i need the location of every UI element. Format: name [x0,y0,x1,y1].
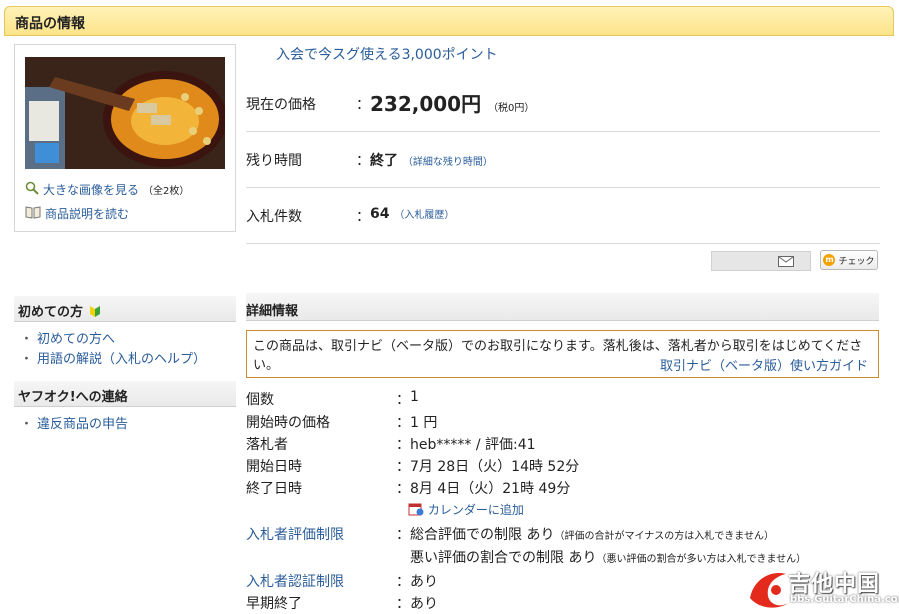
detail-label: 早期終了 [246,596,302,612]
sidebar-item-beginner[interactable]: ・初めての方へ [20,328,115,347]
tax-note: （税0円） [488,103,535,114]
bullet: ・ [20,352,34,367]
bids-colon: ： [356,209,370,225]
bad-rating-limit-value: 悪い評価の割合での制限 あり [410,550,597,566]
detail-colon: ： [396,574,410,590]
detail-value: 1 円 [410,415,438,431]
sidebar-item-report-label[interactable]: 違反商品の申告 [37,417,128,432]
detail-label: 終了日時 [246,481,302,497]
time-left-value: 終了 [370,153,398,169]
bids-value: 64 [370,206,390,222]
time-left-colon: ： [356,153,370,169]
bids-row: 入札件数 ： 64 （入札履歴） [246,188,880,244]
beginner-leaf-icon [88,305,102,320]
rating-limit-link[interactable]: 入札者評価制限 [246,524,344,544]
detail-label: 開始時の価格 [246,415,330,431]
detail-colon: ： [396,527,410,543]
bullet: ・ [20,417,34,432]
price-value-wrap: 232,000円 （税0円） [370,88,534,117]
price-row: 現在の価格 ： 232,000円 （税0円） [246,76,880,132]
detail-value: heb***** / 評価:41 [410,437,536,453]
sidebar-item-report[interactable]: ・違反商品の申告 [20,413,128,432]
image-panel: 大きな画像を見る （全2枚） 商品説明を読む [14,44,236,232]
price-value: 232,000円 [370,92,482,116]
detail-value: 7月 28日（火）14時 52分 [410,459,580,475]
rating-limit-value: 総合評価での制限 あり [410,527,555,543]
bids-value-wrap: 64 （入札履歴） [370,206,454,222]
watermark-url: bbs.GuitarChina.com [790,594,899,605]
sidebar-item-glossary[interactable]: ・用語の解説（入札のヘルプ） [20,348,206,367]
details-heading: 詳細情報 [246,293,879,321]
calendar-add-label[interactable]: カレンダーに追加 [428,503,524,517]
section-title: 商品の情報 [15,16,85,32]
calendar-icon [408,503,428,517]
detail-colon: ： [396,596,410,612]
magnifier-icon [25,181,39,198]
trade-navi-guide-link[interactable]: 取引ナビ（ベータ版）使い方ガイド [660,355,868,374]
time-left-label: 残り時間 [246,153,302,169]
detail-value: あり [410,574,438,590]
bid-history-link[interactable]: （入札履歴） [394,210,454,221]
image-count: （全2枚） [143,186,190,197]
book-icon [25,205,41,222]
detail-colon: ： [396,392,410,408]
auth-limit-link[interactable]: 入札者認証制限 [246,571,344,591]
sidebar-item-beginner-label[interactable]: 初めての方へ [37,332,115,347]
check-button[interactable]: m チェック [820,250,878,270]
detail-value: あり [410,596,438,612]
product-thumbnail[interactable] [25,57,225,169]
price-label: 現在の価格 [246,97,316,113]
detail-value-wrap: 総合評価での制限 あり（評価の合計がマイナスの方は入札できません） [410,524,774,544]
description-label[interactable]: 商品説明を読む [45,205,129,222]
detail-value: 8月 4日（火）21時 49分 [410,481,571,497]
detail-colon: ： [396,437,410,453]
rating-limit-note: （評価の合計がマイナスの方は入札できません） [554,531,774,542]
contact-heading: ヤフオク!への連絡 [14,381,236,407]
beginner-heading-text: 初めての方 [18,305,84,320]
bids-label: 入札件数 [246,209,302,225]
mail-icon [778,256,794,267]
beginner-heading: 初めての方 [14,296,236,322]
detail-value: 1 [410,389,419,405]
detail-label: 落札者 [246,437,288,453]
sidebar-item-glossary-label[interactable]: 用語の解説（入札のヘルプ） [37,352,206,367]
price-colon: ： [356,97,370,113]
check-label: チェック [838,256,875,267]
section-header: 商品の情報 [4,6,894,36]
detail-label: 個数 [246,392,274,408]
calendar-add-link[interactable]: カレンダーに追加 [408,501,524,523]
time-left-row: 残り時間 ： 終了 （詳細な残り時間） [246,132,880,188]
detail-colon: ： [396,481,410,497]
large-image-link[interactable]: 大きな画像を見る （全2枚） [25,181,189,198]
detail-colon: ： [396,415,410,431]
large-image-label[interactable]: 大きな画像を見る [43,181,139,198]
signup-promo-link[interactable]: 入会で今スグ使える3,000ポイント [276,44,498,64]
time-left-value-wrap: 終了 （詳細な残り時間） [370,150,493,170]
contact-heading-text: ヤフオク!への連絡 [18,390,128,405]
detail-label: 開始日時 [246,459,302,475]
detail-colon: ： [396,459,410,475]
trade-navi-notice: この商品は、取引ナビ（ベータ版）でのお取引になります。落札後は、落札者から取引を… [246,330,879,378]
m-icon: m [823,254,836,266]
time-detail-link[interactable]: （詳細な残り時間） [403,157,493,168]
bullet: ・ [20,332,34,347]
description-link[interactable]: 商品説明を読む [25,205,129,222]
watchlist-button[interactable] [711,251,811,271]
